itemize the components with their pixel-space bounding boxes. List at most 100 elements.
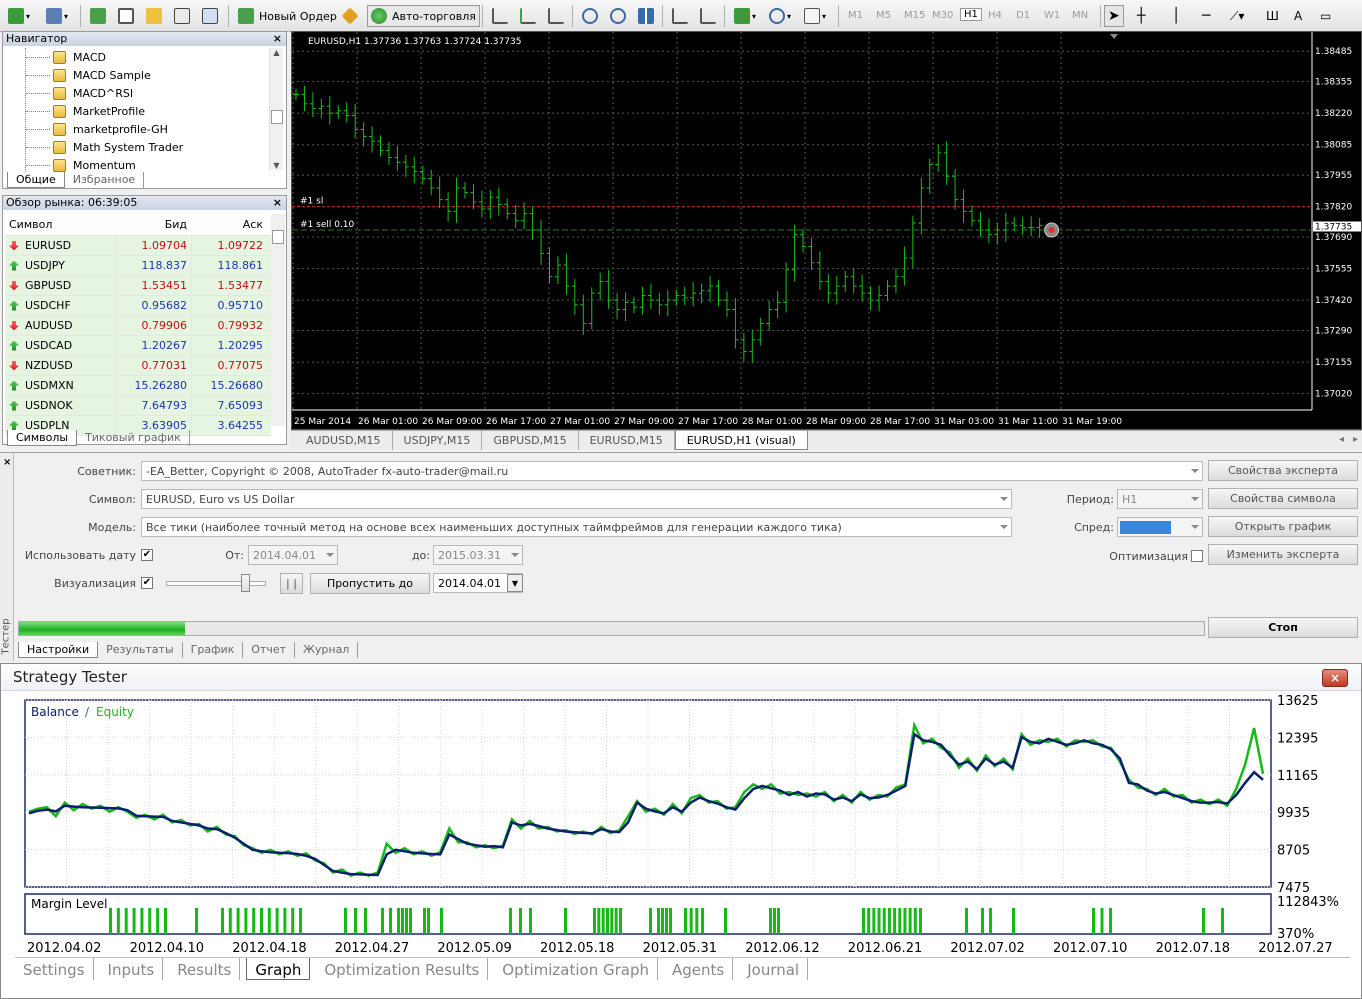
use-date-checkbox[interactable]: ✔	[141, 549, 153, 561]
table-row[interactable]: EURUSD 1.09704 1.09722	[5, 235, 271, 256]
timeframe-w1[interactable]: W1	[1044, 10, 1060, 21]
navigator-scrollbar[interactable]: ▲ ▼	[269, 48, 283, 170]
horizontal-line-button[interactable]: ─	[1198, 5, 1214, 27]
chevron-down-icon[interactable]: ▼	[507, 574, 523, 592]
market-watch-scrollbar[interactable]	[271, 214, 285, 426]
timeframe-m30[interactable]: M30	[932, 10, 953, 21]
metaeditor-button[interactable]	[340, 5, 360, 27]
table-row[interactable]: GBPUSD 1.53451 1.53477	[5, 275, 271, 296]
market-watch-tab[interactable]: Символы	[7, 430, 78, 446]
skip-to-button[interactable]: Пропустить до	[310, 573, 430, 594]
scroll-up-icon[interactable]: ▲	[270, 48, 283, 57]
table-row[interactable]: USDJPY 118.837 118.861	[5, 255, 271, 276]
symbol-properties-button[interactable]: Свойства символа	[1208, 488, 1358, 509]
tester-tab[interactable]: Журнал	[295, 642, 359, 658]
modify-expert-button[interactable]: Изменить эксперта	[1208, 544, 1358, 565]
spread-select[interactable]: Текущий	[1117, 517, 1203, 537]
table-row[interactable]: USDCAD 1.20267 1.20295	[5, 335, 271, 356]
table-row[interactable]: NZDUSD 0.77031 0.77075	[5, 355, 271, 376]
strategy-tester-tab[interactable]: Graph	[246, 958, 311, 980]
fibo-button[interactable]: Ш	[1262, 5, 1283, 27]
zoom-out-button[interactable]	[606, 5, 630, 27]
navigator-tab[interactable]: Избранное	[65, 172, 145, 188]
advisor-select[interactable]: -EA_Better, Copyright © 2008, AutoTrader…	[141, 461, 1203, 481]
periods-button[interactable]: ▾	[765, 5, 795, 27]
timeframe-h1[interactable]: H1	[960, 8, 982, 21]
navigator-item[interactable]: MarketProfile	[26, 102, 145, 120]
pause-button[interactable]: | |	[280, 573, 303, 594]
to-date-input[interactable]: 2015.03.31	[433, 545, 523, 565]
expert-properties-button[interactable]: Свойства эксперта	[1208, 460, 1358, 481]
tabs-scroll-right-icon[interactable]: ▸	[1353, 434, 1358, 445]
strategy-tester-tab[interactable]: Settings	[15, 958, 94, 980]
navigator-item[interactable]: marketprofile-GH	[26, 120, 168, 138]
cursor-button[interactable]: ➤	[1104, 5, 1124, 27]
timeframe-h4[interactable]: H4	[988, 10, 1002, 21]
line-chart-button[interactable]	[544, 5, 568, 27]
stop-button[interactable]: Стоп	[1208, 617, 1358, 638]
col-ask[interactable]: Аск	[191, 215, 267, 235]
zoom-in-button[interactable]	[578, 5, 602, 27]
navigator-tab[interactable]: Общие	[7, 172, 65, 188]
strategy-tester-tab[interactable]: Agents	[664, 958, 734, 980]
visualization-checkbox[interactable]: ✔	[141, 577, 153, 589]
terminal-button[interactable]	[170, 5, 194, 27]
new-order-button[interactable]: Новый Ордер	[234, 5, 341, 27]
tester-button[interactable]	[198, 5, 222, 27]
market-watch-button[interactable]	[86, 5, 110, 27]
period-select[interactable]: H1	[1117, 489, 1203, 509]
indicators-button[interactable]: ▾	[730, 5, 760, 27]
close-icon[interactable]: ×	[273, 32, 282, 46]
market-watch-tab[interactable]: Тиковый график	[77, 430, 190, 446]
trendline-button[interactable]: ⟋▾	[1226, 5, 1248, 27]
navigator-item[interactable]: MACD Sample	[26, 66, 151, 84]
navigator-button[interactable]	[142, 5, 166, 27]
scroll-down-icon[interactable]: ▼	[270, 161, 283, 170]
autotrading-button[interactable]: Авто-торговля	[367, 5, 480, 27]
crosshair-button[interactable]: ┼	[1133, 5, 1149, 27]
new-chart-button[interactable]: ▾	[4, 5, 34, 27]
col-bid[interactable]: Бид	[115, 215, 191, 235]
timeframe-m15[interactable]: M15	[904, 10, 925, 21]
strategy-tester-tab[interactable]: Journal	[739, 958, 809, 980]
table-row[interactable]: AUDUSD 0.79906 0.79932	[5, 315, 271, 336]
speed-slider-thumb[interactable]	[241, 574, 250, 592]
profiles-button[interactable]: ▾	[42, 5, 72, 27]
strategy-tester-tab[interactable]: Inputs	[100, 958, 164, 980]
chart-tab[interactable]: USDJPY,M15	[393, 431, 483, 450]
chart-tab[interactable]: EURUSD,H1 (visual)	[674, 431, 808, 450]
bar-chart-button[interactable]	[488, 5, 512, 27]
tester-tab[interactable]: Отчет	[243, 642, 296, 658]
timeframe-m5[interactable]: M5	[876, 10, 891, 21]
navigator-item[interactable]: MACD^RSI	[26, 84, 133, 102]
candle-chart-button[interactable]	[516, 5, 540, 27]
timeframe-mn[interactable]: MN	[1072, 10, 1088, 21]
close-button[interactable]: ×	[1322, 669, 1348, 687]
price-chart[interactable]: 1.38485 1.38355 1.38220 1.38085 1.37955 1.378…	[291, 31, 1362, 430]
col-symbol[interactable]: Символ	[5, 218, 115, 231]
optimization-checkbox[interactable]	[1191, 550, 1203, 562]
timeframe-m1[interactable]: M1	[848, 10, 863, 21]
strategy-tester-tab[interactable]: Results	[169, 958, 241, 980]
vertical-line-button[interactable]: │	[1168, 5, 1184, 27]
close-icon[interactable]: ×	[273, 196, 282, 210]
navigator-item[interactable]: Math System Trader	[26, 138, 183, 156]
shift-marker-icon[interactable]	[1110, 34, 1118, 39]
from-date-input[interactable]: 2014.04.01	[248, 545, 338, 565]
chart-tab[interactable]: AUDUSD,M15	[295, 431, 393, 450]
chart-shift-button[interactable]	[696, 5, 720, 27]
chart-tab[interactable]: EURUSD,M15	[579, 431, 675, 450]
tile-windows-button[interactable]	[634, 5, 658, 27]
chart-tab[interactable]: GBPUSD,M15	[482, 431, 579, 450]
symbol-select[interactable]: EURUSD, Euro vs US Dollar	[141, 489, 1012, 509]
strategy-tester-tab[interactable]: Optimization Graph	[494, 958, 658, 980]
label-button[interactable]: ▭	[1316, 5, 1335, 27]
auto-scroll-button[interactable]	[668, 5, 692, 27]
tester-tab[interactable]: График	[183, 642, 244, 658]
table-row[interactable]: USDNOK 7.64793 7.65093	[5, 395, 271, 416]
close-icon[interactable]: ×	[3, 457, 11, 468]
text-button[interactable]: A	[1290, 5, 1306, 27]
table-row[interactable]: USDMXN 15.26280 15.26680	[5, 375, 271, 396]
templates-button[interactable]: ▾	[800, 5, 830, 27]
speed-slider-track[interactable]	[166, 581, 266, 586]
